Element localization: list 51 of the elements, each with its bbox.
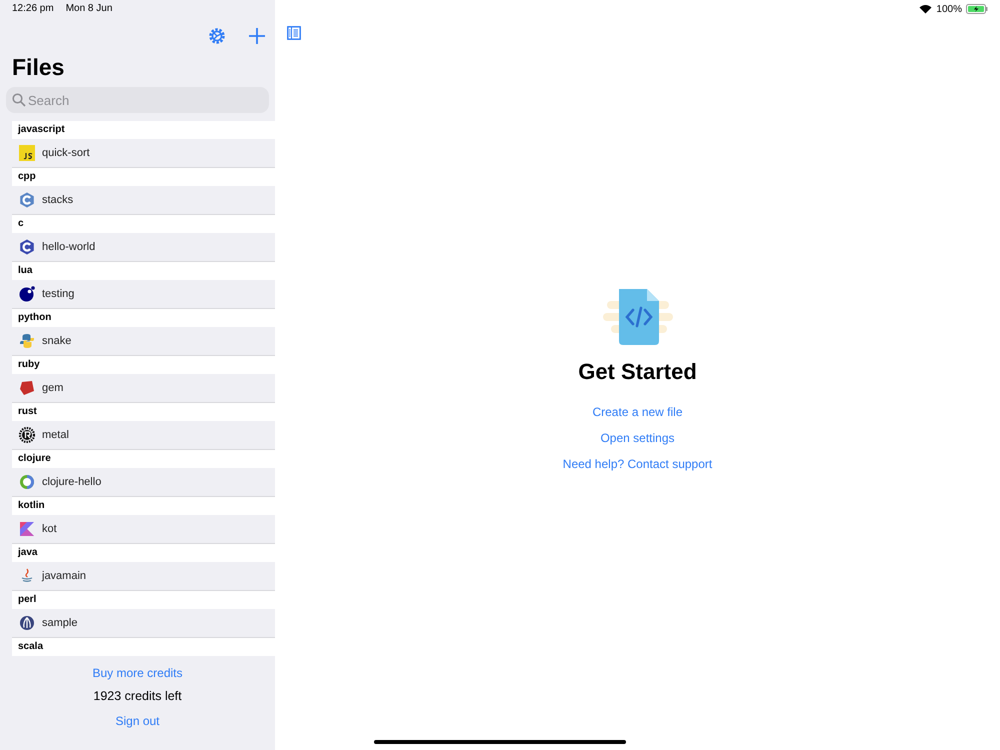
section-header: scala	[12, 638, 275, 656]
section-header: lua	[12, 262, 275, 280]
settings-icon[interactable]	[208, 27, 226, 45]
section-header: rust	[12, 403, 275, 421]
section-header: perl	[12, 591, 275, 609]
section-header: java	[12, 544, 275, 562]
status-time: 12:26 pm	[12, 3, 54, 16]
c-language-icon	[19, 239, 35, 255]
add-icon[interactable]	[248, 27, 266, 45]
sidebar-toggle-icon[interactable]	[287, 26, 301, 40]
file-name: testing	[42, 288, 74, 300]
status-date: Mon 8 Jun	[66, 3, 112, 16]
perl-language-icon	[19, 615, 35, 631]
wifi-icon	[919, 4, 932, 14]
rust-language-icon	[19, 427, 35, 443]
section-header: kotlin	[12, 497, 275, 515]
file-name: kot	[42, 523, 57, 535]
file-name: snake	[42, 335, 72, 347]
section-header: c	[12, 215, 275, 233]
section-header: python	[12, 309, 275, 327]
java-language-icon	[19, 568, 35, 584]
clojure-language-icon	[19, 474, 35, 490]
file-name: hello-world	[42, 241, 96, 253]
file-name: clojure-hello	[42, 476, 102, 488]
section-header: cpp	[12, 168, 275, 186]
file-name: stacks	[42, 194, 74, 206]
code-file-drawing	[602, 287, 672, 347]
js-language-icon	[19, 145, 35, 161]
get-started-title: Get Started	[578, 359, 697, 385]
file-name: sample	[42, 617, 78, 629]
file-name: gem	[42, 382, 64, 394]
file-name: metal	[42, 429, 69, 441]
file-name: javamain	[42, 570, 86, 582]
python-language-icon	[19, 333, 35, 349]
section-header: clojure	[12, 450, 275, 468]
lua-language-icon	[19, 286, 35, 302]
file-name: quick-sort	[42, 147, 90, 159]
sidebar-title: Files	[12, 54, 66, 81]
ruby-language-icon	[19, 380, 35, 396]
section-header: javascript	[12, 121, 275, 139]
kotlin-language-icon	[19, 521, 35, 537]
action-link[interactable]: Need help? Contact support	[562, 457, 712, 471]
search-icon	[12, 93, 26, 107]
battery-icon	[966, 4, 988, 14]
credits-count: 1923 credits left	[93, 689, 182, 703]
cpp-language-icon	[19, 192, 35, 208]
section-header: ruby	[12, 356, 275, 374]
battery-percent: 100%	[936, 4, 962, 14]
search-field[interactable]: Search	[6, 87, 269, 113]
action-link[interactable]: Open settings	[600, 431, 675, 445]
action-link[interactable]: Create a new file	[592, 405, 683, 419]
